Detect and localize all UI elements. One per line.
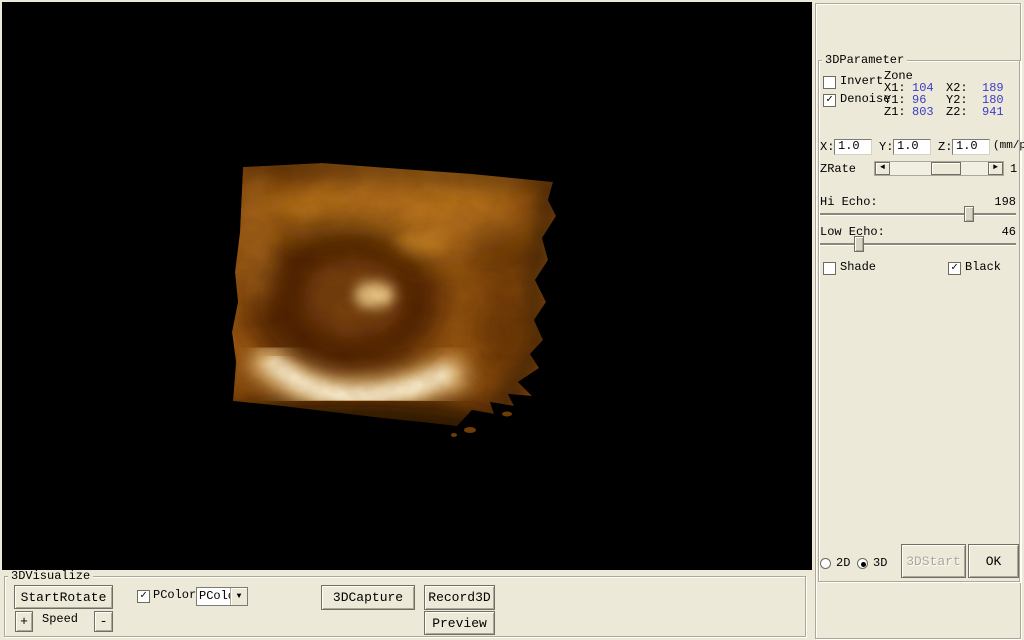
- x-scale-input[interactable]: 1.0: [834, 139, 872, 155]
- y-scale-label: Y:: [879, 140, 894, 154]
- zone-row-z2-value: 941: [982, 105, 1004, 119]
- low-echo-slider[interactable]: [820, 236, 1016, 252]
- low-echo-slider-thumb[interactable]: [854, 236, 864, 252]
- visualize-group-title: 3DVisualize: [8, 570, 94, 582]
- zrate-scroll-left-icon[interactable]: ◄: [875, 162, 890, 175]
- hi-echo-slider[interactable]: [820, 206, 1016, 222]
- scale-unit-label: (mm/p): [993, 140, 1024, 152]
- pcolor-dropdown-value: PColor: [199, 589, 230, 603]
- preview-button[interactable]: Preview: [424, 611, 495, 635]
- shade-label: Shade: [840, 260, 877, 274]
- zrate-scrollbar[interactable]: ◄ ►: [874, 161, 1004, 176]
- z-scale-label: Z:: [938, 140, 953, 154]
- zrate-scroll-thumb[interactable]: [931, 162, 962, 175]
- pcolor-label: PColor: [153, 588, 197, 602]
- shade-checkbox[interactable]: [823, 262, 836, 275]
- denoise-checkbox[interactable]: ✓: [823, 94, 836, 107]
- z-scale-input[interactable]: 1.0: [952, 139, 990, 155]
- speed-plus-button[interactable]: +: [15, 611, 33, 632]
- zrate-value: 1: [1010, 162, 1018, 176]
- low-echo-slider-track[interactable]: [820, 243, 1016, 246]
- invert-checkbox[interactable]: [823, 76, 836, 89]
- black-label: Black: [965, 260, 1002, 274]
- zrate-scroll-right-icon[interactable]: ►: [988, 162, 1003, 175]
- zrate-label: ZRate: [820, 162, 857, 176]
- zone-row-z1-label: Z1:: [884, 105, 906, 119]
- parameter-group-title: 3DParameter: [822, 54, 908, 66]
- invert-label: Invert: [840, 74, 884, 88]
- pcolor-dropdown-arrow-icon[interactable]: ▼: [230, 588, 247, 605]
- zone-row-z1-value: 803: [912, 105, 934, 119]
- zrate-scroll-track[interactable]: [890, 162, 988, 175]
- zone-row-z2-label: Z2:: [946, 105, 968, 119]
- y-scale-input[interactable]: 1.0: [893, 139, 931, 155]
- start-3d-button[interactable]: 3DStart: [901, 544, 966, 578]
- pcolor-dropdown[interactable]: PColor ▼: [196, 587, 248, 606]
- speed-label: Speed: [42, 612, 79, 626]
- app-window: 3DParameter Invert ✓ Denoise Zone X1: 10…: [0, 0, 1024, 640]
- black-checkbox[interactable]: ✓: [948, 262, 961, 275]
- record-3d-button[interactable]: Record3D: [424, 585, 495, 610]
- ok-button[interactable]: OK: [968, 544, 1019, 578]
- mode-2d-label: 2D: [836, 556, 851, 570]
- denoise-label: Denoise: [840, 92, 891, 106]
- mode-3d-radio[interactable]: [857, 558, 868, 569]
- speed-minus-button[interactable]: -: [94, 611, 113, 632]
- capture-3d-button[interactable]: 3DCapture: [321, 585, 415, 610]
- start-rotate-button[interactable]: StartRotate: [14, 585, 113, 609]
- mode-3d-label: 3D: [873, 556, 888, 570]
- mode-2d-radio[interactable]: [820, 558, 831, 569]
- x-scale-label: X:: [820, 140, 835, 154]
- pcolor-checkbox[interactable]: ✓: [137, 590, 150, 603]
- hi-echo-slider-track[interactable]: [820, 213, 1016, 216]
- render-viewport[interactable]: [2, 2, 812, 570]
- ultrasound-volume-render: [2, 2, 812, 570]
- hi-echo-slider-thumb[interactable]: [964, 206, 974, 222]
